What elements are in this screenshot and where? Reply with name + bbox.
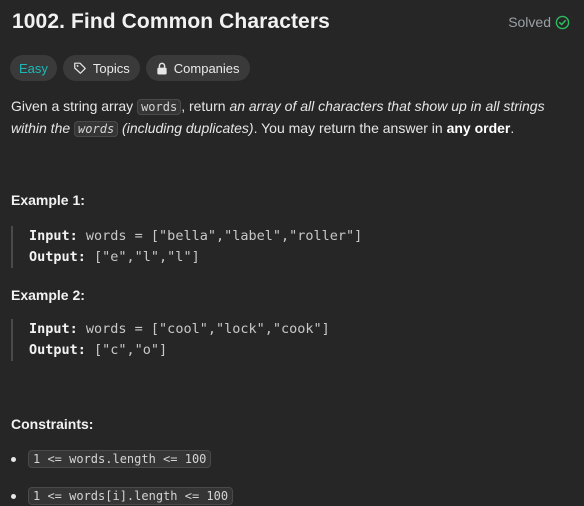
statement-strong: any order bbox=[446, 120, 511, 136]
output-label: Output: bbox=[29, 342, 86, 358]
example-block: Input: words = ["cool","lock","cook"] Ou… bbox=[11, 319, 571, 361]
statement-text: . You may return the answer in bbox=[253, 120, 447, 136]
lock-icon bbox=[156, 62, 168, 75]
solved-status: Solved bbox=[508, 14, 570, 30]
bullet bbox=[11, 456, 16, 462]
constraints-list: 1 <= words.length <= 100 1 <= words[i].l… bbox=[11, 448, 571, 506]
statement-text: . bbox=[510, 120, 515, 136]
inline-code: words bbox=[137, 99, 182, 115]
check-circle-icon bbox=[555, 15, 570, 30]
constraint-item: 1 <= words.length <= 100 bbox=[11, 448, 571, 470]
example-input-line: Input: words = ["bella","label","roller"… bbox=[29, 226, 571, 247]
output-value: ["c","o"] bbox=[85, 342, 168, 358]
solved-label: Solved bbox=[508, 14, 551, 30]
constraints-heading: Constraints: bbox=[11, 416, 94, 432]
difficulty-badge: Easy bbox=[10, 55, 57, 81]
companies-label: Companies bbox=[173, 60, 240, 76]
tag-icon bbox=[73, 61, 87, 75]
example-block: Input: words = ["bella","label","roller"… bbox=[11, 226, 571, 268]
input-label: Input: bbox=[29, 228, 78, 244]
topics-label: Topics bbox=[92, 60, 130, 76]
problem-statement: Given a string array words, return an ar… bbox=[11, 96, 571, 140]
output-value: ["e","l","l"] bbox=[85, 249, 200, 265]
constraint-item: 1 <= words[i].length <= 100 bbox=[11, 486, 571, 506]
input-value: words = ["cool","lock","cook"] bbox=[77, 321, 330, 337]
problem-tags: Easy Topics Companies bbox=[10, 55, 250, 81]
problem-title: 1002. Find Common Characters bbox=[12, 10, 330, 33]
example-heading: Example 2: bbox=[11, 287, 85, 303]
example-input-line: Input: words = ["cool","lock","cook"] bbox=[29, 319, 571, 340]
input-label: Input: bbox=[29, 321, 78, 337]
problem-description-panel: 1002. Find Common Characters Solved Easy… bbox=[0, 0, 584, 505]
inline-code: words bbox=[74, 121, 119, 137]
emphasis-text: (including duplicates) bbox=[118, 120, 254, 136]
example-output-line: Output: ["e","l","l"] bbox=[29, 247, 571, 268]
constraint-code: 1 <= words[i].length <= 100 bbox=[28, 487, 234, 505]
statement-text: , return bbox=[181, 98, 230, 114]
topics-button[interactable]: Topics bbox=[62, 55, 140, 81]
bullet bbox=[11, 493, 16, 499]
input-value: words = ["bella","label","roller"] bbox=[77, 228, 363, 244]
statement-text: Given a string array bbox=[11, 98, 138, 114]
constraint-code: 1 <= words.length <= 100 bbox=[28, 450, 212, 468]
companies-button[interactable]: Companies bbox=[145, 55, 250, 81]
example-output-line: Output: ["c","o"] bbox=[29, 340, 571, 361]
output-label: Output: bbox=[29, 249, 86, 265]
example-heading: Example 1: bbox=[11, 192, 85, 208]
